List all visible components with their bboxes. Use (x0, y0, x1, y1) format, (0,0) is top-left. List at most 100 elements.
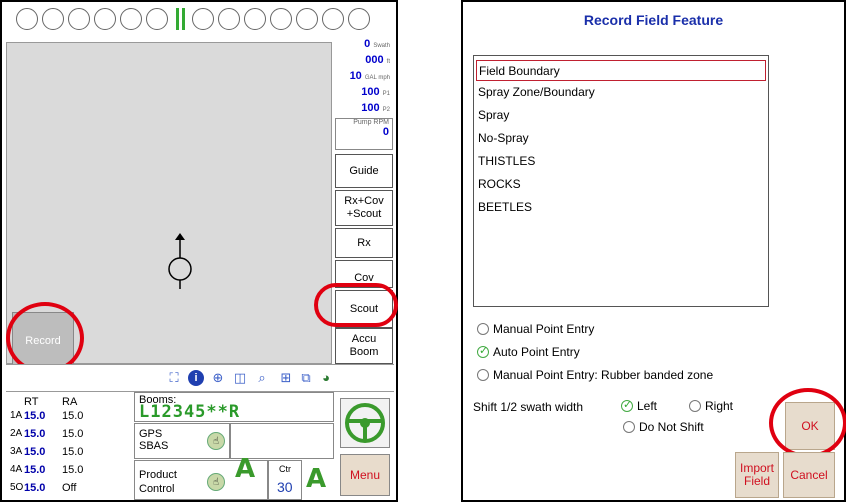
feature-item-rocks[interactable]: ROCKS (476, 174, 766, 195)
hand-tap-icon[interactable]: ⛶ (166, 370, 182, 386)
pressure2-readout: 100 P2 (361, 102, 390, 114)
autosteer-button[interactable] (340, 398, 390, 448)
rate-row-actual: Off (62, 482, 77, 494)
do-not-shift-label: Do Not Shift (639, 420, 704, 434)
center-marker (176, 8, 179, 30)
manual-point-entry-radio[interactable]: Manual Point Entry (477, 322, 594, 336)
boom-section-indicator (296, 8, 318, 30)
distance-readout: 000 ft (365, 54, 390, 66)
pressure1-value: 100 (361, 86, 380, 98)
radio-icon (623, 421, 635, 433)
boom-section-indicator (94, 8, 116, 30)
target-rate-header: RT (24, 396, 39, 408)
booms-status[interactable]: Booms: L12345**R (134, 392, 334, 422)
gps-status[interactable]: GPS SBAS ☝ (134, 423, 230, 459)
speed-value: 10 (349, 70, 362, 82)
scout-highlight-circle (314, 283, 398, 327)
split-view-icon[interactable]: ⧉ (298, 370, 314, 386)
rate-table: RT RA 1A 15.0 15.0 2A 15.0 15.0 3A 15.0 … (6, 392, 134, 500)
rate-row-target: 15.0 (24, 410, 46, 422)
info-icon[interactable]: i (188, 370, 204, 386)
map-toolbar: ⛶ i ⊕ ◫ ⌕ ⊞ ⧉ ◕ (6, 364, 394, 390)
ctr-status[interactable]: Ctr 30 (268, 460, 302, 500)
swath-value: 0 (364, 38, 371, 50)
swath-readout: 0 Swath (364, 38, 390, 50)
gps-label: GPS (139, 428, 163, 440)
rx-cov-scout-button[interactable]: Rx+Cov +Scout (335, 190, 393, 226)
field-computer-screen: 0 Swath 000 ft 10 GAL mph 100 P1 100 P2 … (0, 0, 398, 502)
product-label: Product (139, 469, 177, 481)
pressure1-readout: 100 P1 (361, 86, 390, 98)
map-layers-icon[interactable]: ◫ (232, 370, 248, 386)
import-field-button[interactable]: Import Field (735, 452, 779, 498)
pump-rpm-value: 0 (382, 126, 389, 138)
rubber-banded-entry-radio[interactable]: Manual Point Entry: Rubber banded zone (477, 368, 713, 382)
radio-icon (477, 323, 489, 335)
rate-row-index: 3A (10, 446, 23, 457)
shift-swath-label: Shift 1/2 swath width (473, 400, 584, 414)
pump-rpm-box: Pump RPM 0 (335, 118, 393, 150)
rate-row-target: 15.0 (24, 482, 46, 494)
feature-item-spray[interactable]: Spray (476, 105, 766, 126)
gps-status-icon: ☝ (207, 432, 225, 450)
pump-rpm-label: Pump RPM (353, 119, 389, 126)
shift-right-radio[interactable]: Right (689, 399, 733, 413)
speed-readout: 10 GAL mph (350, 70, 390, 82)
center-target-icon[interactable]: ⊕ (210, 370, 226, 386)
status-panel: RT RA 1A 15.0 15.0 2A 15.0 15.0 3A 15.0 … (6, 391, 394, 500)
pressure1-unit: P1 (382, 91, 390, 97)
rubber-banded-entry-label: Manual Point Entry: Rubber banded zone (493, 368, 714, 382)
record-field-feature-dialog: Record Field Feature Field Boundary Spra… (461, 0, 846, 502)
ok-highlight-circle (769, 388, 846, 458)
boom-section-indicator (68, 8, 90, 30)
distance-unit: ft (386, 59, 390, 65)
product-status-icon: ☝ (207, 473, 225, 491)
ctr-value: 30 (277, 479, 293, 495)
menu-button[interactable]: Menu (340, 454, 390, 496)
globe-icon[interactable]: ◕ (318, 370, 334, 386)
accu-boom-button[interactable]: Accu Boom (335, 328, 393, 364)
feature-item-field-boundary[interactable]: Field Boundary (476, 60, 766, 81)
boom-section-indicator (322, 8, 344, 30)
rate-row-index: 4A (10, 464, 23, 475)
feature-item-beetles[interactable]: BEETLES (476, 197, 766, 218)
gps-sbas-label: SBAS (139, 440, 169, 452)
boom-section-indicator (120, 8, 142, 30)
shift-left-radio[interactable]: Left (621, 398, 658, 413)
rate-row-index: 1A (10, 410, 23, 421)
feature-list[interactable]: Field Boundary Spray Zone/Boundary Spray… (473, 55, 769, 307)
cancel-button[interactable]: Cancel (783, 452, 835, 498)
radio-checked-icon (621, 398, 633, 412)
boom-section-indicator (146, 8, 168, 30)
feature-item-no-spray[interactable]: No-Spray (476, 128, 766, 149)
auto-point-entry-label: Auto Point Entry (493, 345, 580, 359)
swath-unit: Swath (373, 43, 390, 49)
guide-button[interactable]: Guide (335, 154, 393, 188)
grid-icon[interactable]: ⊞ (278, 370, 294, 386)
product-control-status[interactable]: Product Control ☝ A (134, 456, 268, 500)
shift-left-label: Left (637, 399, 658, 413)
manual-point-entry-label: Manual Point Entry (493, 322, 595, 336)
rate-row-target: 15.0 (24, 428, 46, 440)
dialog-title: Record Field Feature (583, 12, 724, 28)
do-not-shift-radio[interactable]: Do Not Shift (623, 420, 704, 434)
pressure2-unit: P2 (382, 107, 390, 113)
boom-section-indicator (42, 8, 64, 30)
boom-section-indicator (270, 8, 292, 30)
rate-row-target: 15.0 (24, 464, 46, 476)
pressure2-value: 100 (361, 102, 380, 114)
feature-item-thistles[interactable]: THISTLES (476, 151, 766, 172)
rx-button[interactable]: Rx (335, 228, 393, 258)
rate-row-actual: 15.0 (62, 446, 84, 458)
distance-value: 000 (365, 54, 384, 66)
control-label: Control (139, 483, 175, 495)
steering-wheel-icon (345, 403, 385, 443)
feature-item-spray-zone[interactable]: Spray Zone/Boundary (476, 82, 766, 103)
boom-section-indicator (348, 8, 370, 30)
zoom-icon[interactable]: ⌕ (254, 370, 270, 386)
speed-unit: GAL mph (364, 75, 390, 81)
auto-point-entry-radio[interactable]: Auto Point Entry (477, 344, 580, 359)
boom-indicator-row (2, 2, 396, 36)
radio-icon (477, 369, 489, 381)
rate-row-target: 15.0 (24, 446, 46, 458)
